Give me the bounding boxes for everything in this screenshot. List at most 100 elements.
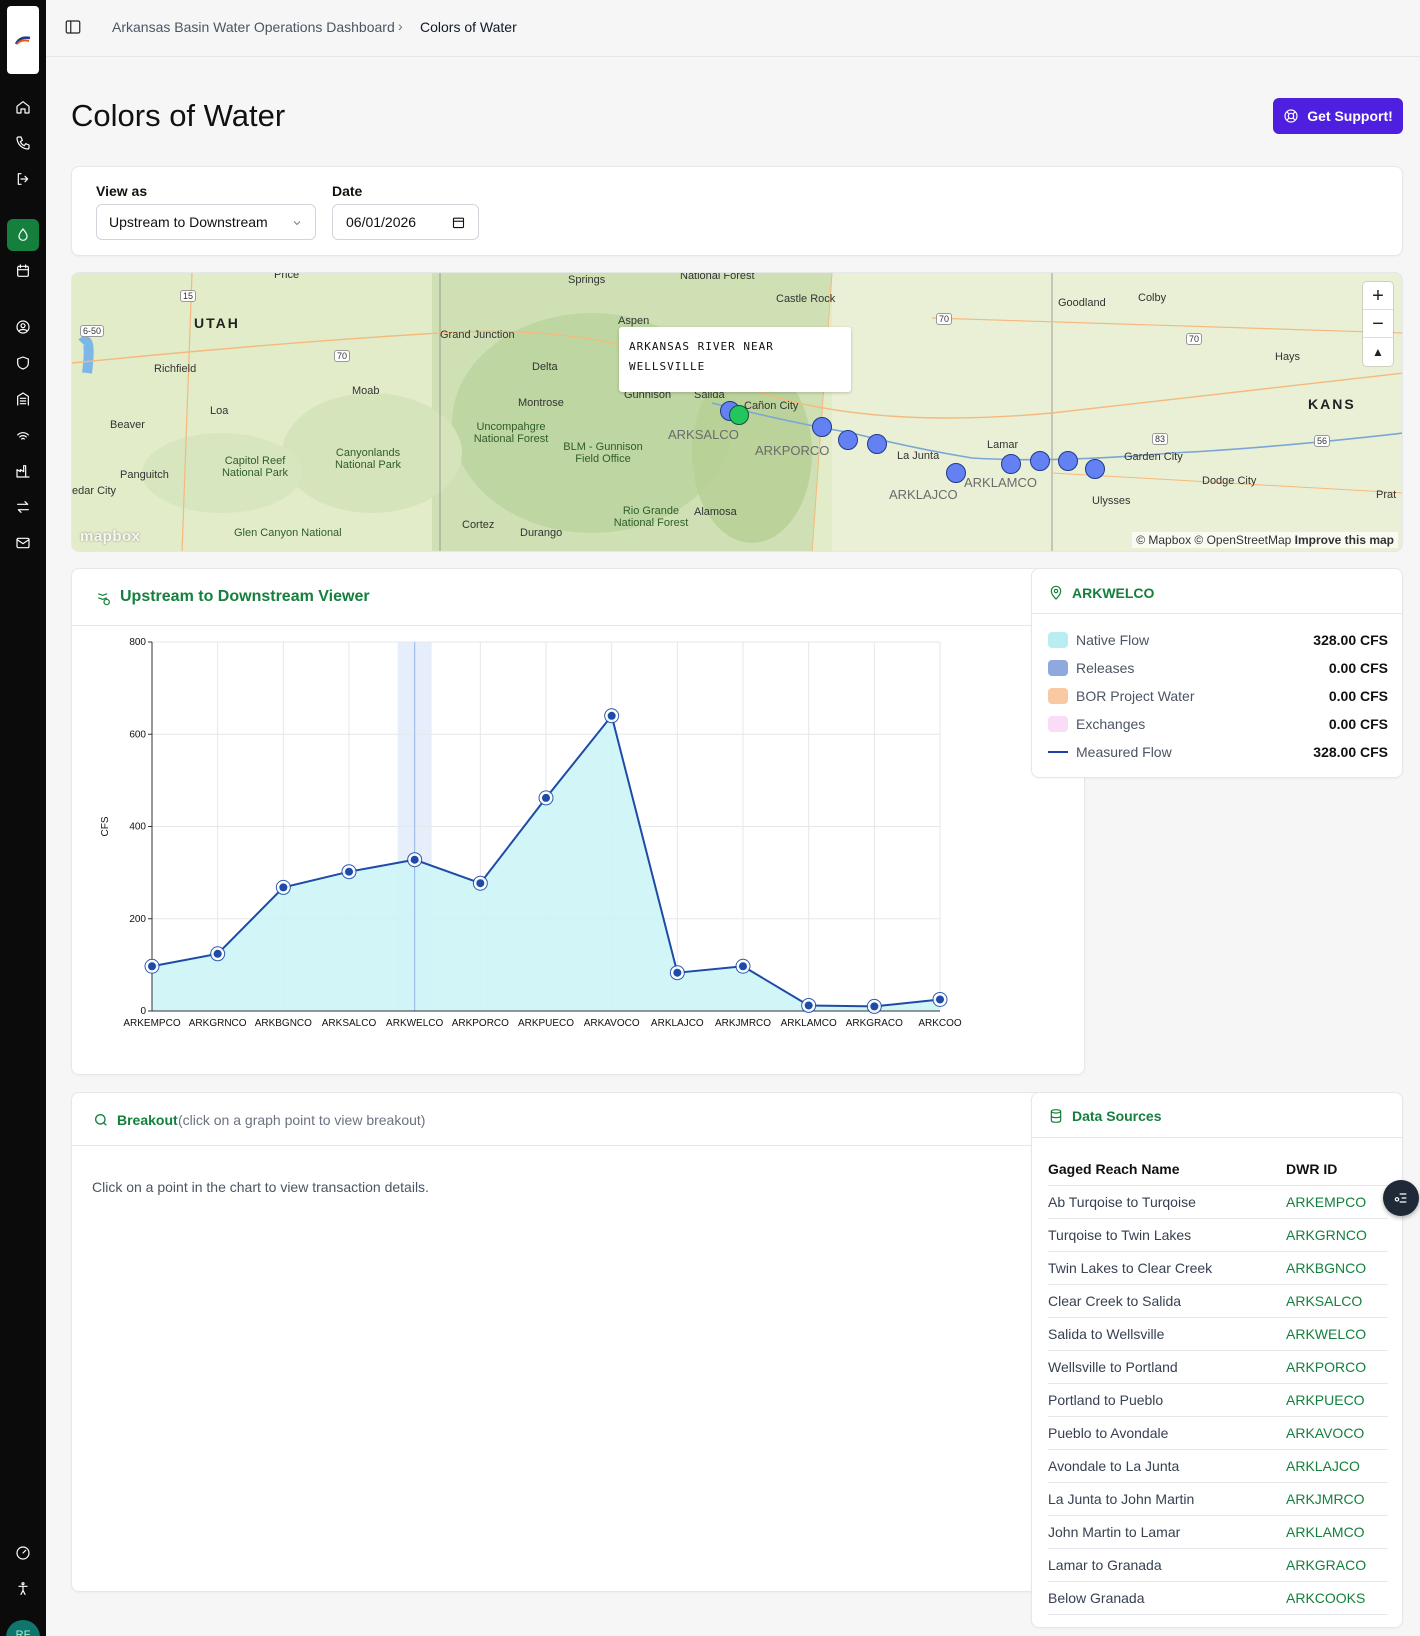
dwr-id-link[interactable]: ARKCOOKS [1286,1581,1388,1615]
x-tick-label: ARKCOO [918,1018,962,1029]
dwr-id-link[interactable]: ARKBGNCO [1286,1251,1388,1285]
dwr-id-link[interactable]: ARKGRACO [1286,1548,1388,1582]
mail-icon[interactable] [13,533,33,553]
reach-name-cell: Wellsville to Portland [1048,1350,1286,1384]
dwr-id-link[interactable]: ARKPUECO [1286,1383,1388,1417]
x-tick-label: ARKPORCO [452,1018,509,1029]
x-tick-label: ARKPUECO [518,1018,574,1029]
dwr-id-link[interactable]: ARKPORCO [1286,1350,1388,1384]
station-marker-arkpueco[interactable] [838,430,858,450]
logout-icon[interactable] [13,169,33,189]
station-marker-arkavoco[interactable] [867,434,887,454]
map-label-capitol-reef: Capitol Reef National Park [221,455,289,479]
station-marker-arkwelco[interactable] [729,405,749,425]
zoom-in-button[interactable]: + [1363,282,1393,310]
dwr-id-link[interactable]: ARKGRNCO [1286,1218,1388,1252]
station-marker-arkgraco[interactable] [1058,451,1078,471]
get-support-button[interactable]: Get Support! [1273,98,1403,134]
map-label-panguitch: Panguitch [120,469,169,481]
breakout-header: Breakout (click on a graph point to view… [72,1093,1084,1146]
factory-icon[interactable] [13,461,33,481]
zoom-controls: + − ▲ [1363,282,1393,366]
station-marker-arkjmrco[interactable] [1001,454,1021,474]
dwr-id-link[interactable]: ARKJMRCO [1286,1482,1388,1516]
breadcrumb-parent[interactable]: Arkansas Basin Water Operations Dashboar… [112,19,395,35]
map-label-cortez: Cortez [462,519,495,531]
transfer-icon[interactable] [13,497,33,517]
station-map[interactable]: UTAH KANS Price Springs National Forest … [71,272,1403,552]
shield-i15: 15 [180,290,197,302]
detail-label: Native Flow [1076,632,1150,648]
user-circle-icon[interactable] [13,317,33,337]
get-support-label: Get Support! [1307,108,1393,124]
data-point[interactable] [410,855,419,864]
data-point[interactable] [870,1002,879,1011]
signal-icon[interactable] [13,425,33,445]
data-point[interactable] [936,995,944,1004]
data-point[interactable] [673,968,682,977]
data-point[interactable] [607,711,616,720]
dwr-id-link[interactable]: ARKAVOCO [1286,1416,1388,1450]
table-row: John Martin to Lamar ARKLAMCO [1048,1515,1388,1549]
home-icon[interactable] [13,97,33,117]
droplet-icon[interactable] [7,219,39,251]
app-logo[interactable] [7,6,39,74]
zoom-out-button[interactable]: − [1363,310,1393,338]
dwr-id-link[interactable]: ARKEMPCO [1286,1185,1388,1219]
data-point[interactable] [739,962,747,971]
dwr-id-link[interactable]: ARKSALCO [1286,1284,1388,1318]
compass-button[interactable]: ▲ [1363,338,1393,366]
flow-chart[interactable]: 0 200 400 600 800 ARKEMPCO ARKGRNCO ARKBGNCO ARK… [72,627,1084,1075]
data-point[interactable] [804,1001,813,1010]
dwr-id-link[interactable]: ARKLAMCO [1286,1515,1388,1549]
sidebar-toggle-icon[interactable] [64,18,82,36]
data-point[interactable] [279,883,288,892]
date-input[interactable]: 06/01/2026 [332,204,479,240]
reach-name-cell: Clear Creek to Salida [1048,1284,1286,1318]
data-point[interactable] [213,949,222,958]
station-detail-card: ARKWELCO Native Flow 328.00 CFS Releases… [1031,568,1403,778]
detail-value: 328.00 CFS [1313,632,1388,648]
data-sources-header: Data Sources [1032,1093,1402,1138]
reach-name-cell: John Martin to Lamar [1048,1515,1286,1549]
floating-menu-button[interactable] [1383,1180,1419,1216]
station-marker-arkporco[interactable] [812,417,832,437]
reach-name-cell: Avondale to La Junta [1048,1449,1286,1483]
data-point[interactable] [476,879,485,888]
data-point[interactable] [542,793,550,802]
tooltip-line-2: WELLSVILLE [629,360,706,373]
data-point[interactable] [148,962,156,971]
map-tooltip: ARKANSAS RIVER NEAR WELLSVILLE [619,327,851,392]
station-marker-arklajco[interactable] [946,463,966,483]
phone-icon[interactable] [13,133,33,153]
mapbox-logo[interactable]: mapbox [80,528,141,545]
station-marker-arklamco[interactable] [1030,451,1050,471]
map-label-nat-forest: National Forest [680,272,755,282]
map-label-uncompahgre: Uncompahgre National Forest [473,421,549,445]
accessibility-icon[interactable] [13,1579,33,1599]
x-tick-label: ARKSALCO [322,1018,377,1029]
station-marker-arkcooks[interactable] [1085,459,1105,479]
x-tick-label: ARKWELCO [386,1018,443,1029]
map-label-pratt: Prat [1376,489,1397,501]
dwr-id-link[interactable]: ARKWELCO [1286,1317,1388,1351]
map-label-canyonlands: Canyonlands National Park [334,447,402,471]
shield-icon[interactable] [13,353,33,373]
attribution-text[interactable]: © Mapbox © OpenStreetMap [1136,533,1291,547]
dwr-id-link[interactable]: ARKLAJCO [1286,1449,1388,1483]
building-icon[interactable] [13,389,33,409]
improve-map-link[interactable]: Improve this map [1295,533,1394,547]
filters-card: View as Upstream to Downstream Date 06/0… [71,166,1403,256]
view-as-select[interactable]: Upstream to Downstream [96,204,316,240]
flow-icon [96,590,112,606]
map-label-durango: Durango [520,527,563,539]
table-header-row: Gaged Reach Name DWR ID [1048,1153,1388,1186]
data-point[interactable] [345,867,353,876]
breadcrumb-separator: › [398,18,403,34]
calendar-icon[interactable] [13,261,33,281]
avatar[interactable]: RF [6,1620,40,1636]
calendar-icon[interactable] [451,215,466,230]
table-row: Twin Lakes to Clear Creek ARKBGNCO [1048,1251,1388,1285]
gauge-icon[interactable] [13,1543,33,1563]
detail-label: Exchanges [1076,716,1146,732]
